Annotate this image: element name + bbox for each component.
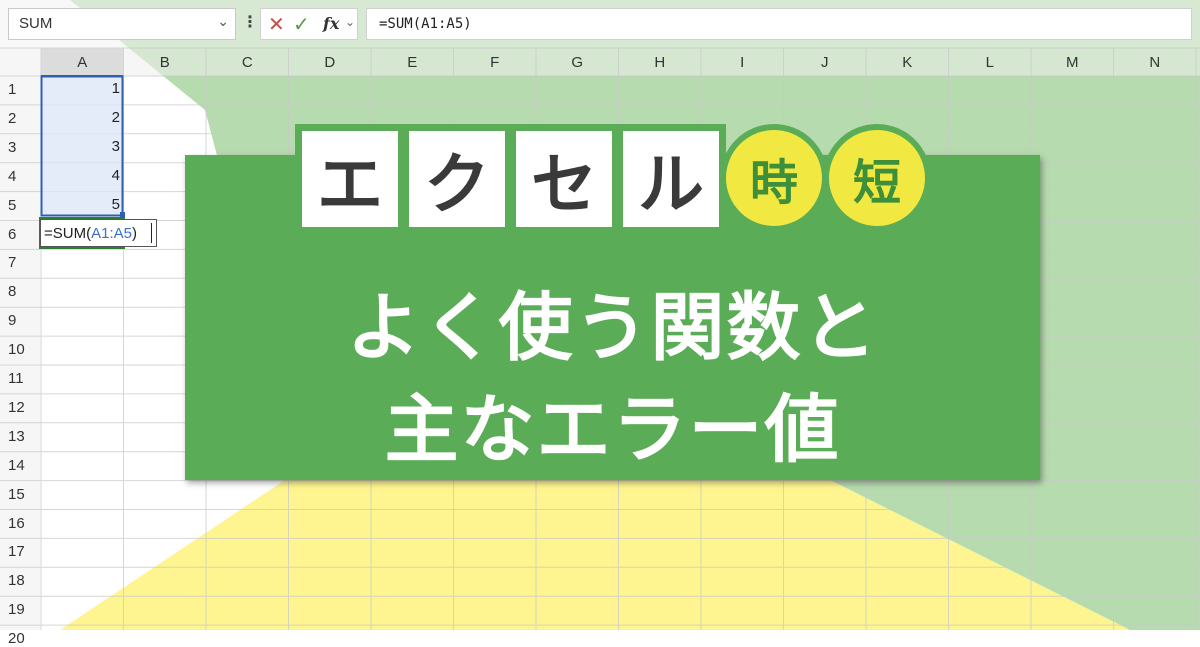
chevron-down-icon[interactable]: ⌄ [217, 14, 229, 30]
chevron-down-icon[interactable]: ⌄ [345, 15, 355, 29]
cell-a1[interactable]: 1 [42, 80, 120, 97]
row-header-3[interactable]: 3 [0, 139, 40, 156]
column-header-b[interactable]: B [124, 50, 207, 76]
column-header-e[interactable]: E [371, 50, 454, 76]
column-header-f[interactable]: F [454, 50, 537, 76]
enter-check-icon[interactable]: ✓ [293, 12, 310, 36]
column-header-j[interactable]: J [784, 50, 867, 76]
row-header-15[interactable]: 15 [0, 486, 40, 503]
column-header-a[interactable]: A [41, 50, 124, 76]
formula-buttons: ✕ ✓ fx ⌄ [260, 8, 358, 40]
row-header-11[interactable]: 11 [0, 370, 40, 387]
formula-range-ref: A1:A5 [91, 225, 132, 242]
row-header-19[interactable]: 19 [0, 601, 40, 618]
cell-a5[interactable]: 5 [42, 196, 120, 213]
row-header-17[interactable]: 17 [0, 543, 40, 560]
column-header-h[interactable]: H [619, 50, 702, 76]
row-header-16[interactable]: 16 [0, 515, 40, 532]
text-caret [151, 223, 152, 243]
name-box-value: SUM [19, 15, 53, 32]
brand-tile: エ [295, 124, 405, 234]
insert-function-icon[interactable]: fx [323, 14, 339, 33]
row-header-4[interactable]: 4 [0, 168, 40, 185]
cell-a4[interactable]: 4 [42, 167, 120, 184]
row-header-6[interactable]: 6 [0, 226, 40, 243]
cell-a6-editor[interactable]: =SUM(A1:A5) [40, 219, 157, 247]
row-header-9[interactable]: 9 [0, 312, 40, 329]
formula-input[interactable]: =SUM(A1:A5) [366, 8, 1192, 40]
brand-tile: ク [402, 124, 512, 234]
row-header-20[interactable]: 20 [0, 630, 40, 647]
title-line-1: よく使う関数と [346, 285, 879, 371]
column-header-n[interactable]: N [1114, 50, 1197, 76]
cell-a6-formula: =SUM(A1:A5) [44, 225, 137, 242]
row-header-12[interactable]: 12 [0, 399, 40, 416]
cancel-icon[interactable]: ✕ [268, 12, 285, 36]
column-header-d[interactable]: D [289, 50, 372, 76]
column-header-i[interactable]: I [701, 50, 784, 76]
title-line-2: 主なエラー値 [384, 387, 841, 473]
column-header-l[interactable]: L [949, 50, 1032, 76]
row-header-13[interactable]: 13 [0, 428, 40, 445]
formula-text: =SUM(A1:A5) [379, 16, 472, 32]
brand-badge: 短 [823, 124, 931, 232]
row-header-7[interactable]: 7 [0, 254, 40, 271]
row-header-1[interactable]: 1 [0, 81, 40, 98]
row-header-14[interactable]: 14 [0, 457, 40, 474]
cell-a3[interactable]: 3 [42, 138, 120, 155]
cell-a2[interactable]: 2 [42, 109, 120, 126]
formula-suffix: ) [131, 225, 137, 242]
name-box[interactable]: SUM ⌄ [8, 8, 236, 40]
row-header-8[interactable]: 8 [0, 283, 40, 300]
row-header-10[interactable]: 10 [0, 341, 40, 358]
column-header-m[interactable]: M [1031, 50, 1114, 76]
more-options-icon[interactable]: ⋮ [242, 12, 258, 31]
column-header-c[interactable]: C [206, 50, 289, 76]
brand-tile: ル [616, 124, 726, 234]
brand-tile: セ [509, 124, 619, 234]
formula-prefix: =SUM( [44, 225, 92, 242]
row-header-2[interactable]: 2 [0, 110, 40, 127]
brand-badge: 時 [720, 124, 828, 232]
column-header-g[interactable]: G [536, 50, 619, 76]
row-header-5[interactable]: 5 [0, 197, 40, 214]
column-header-k[interactable]: K [866, 50, 949, 76]
row-header-18[interactable]: 18 [0, 572, 40, 589]
